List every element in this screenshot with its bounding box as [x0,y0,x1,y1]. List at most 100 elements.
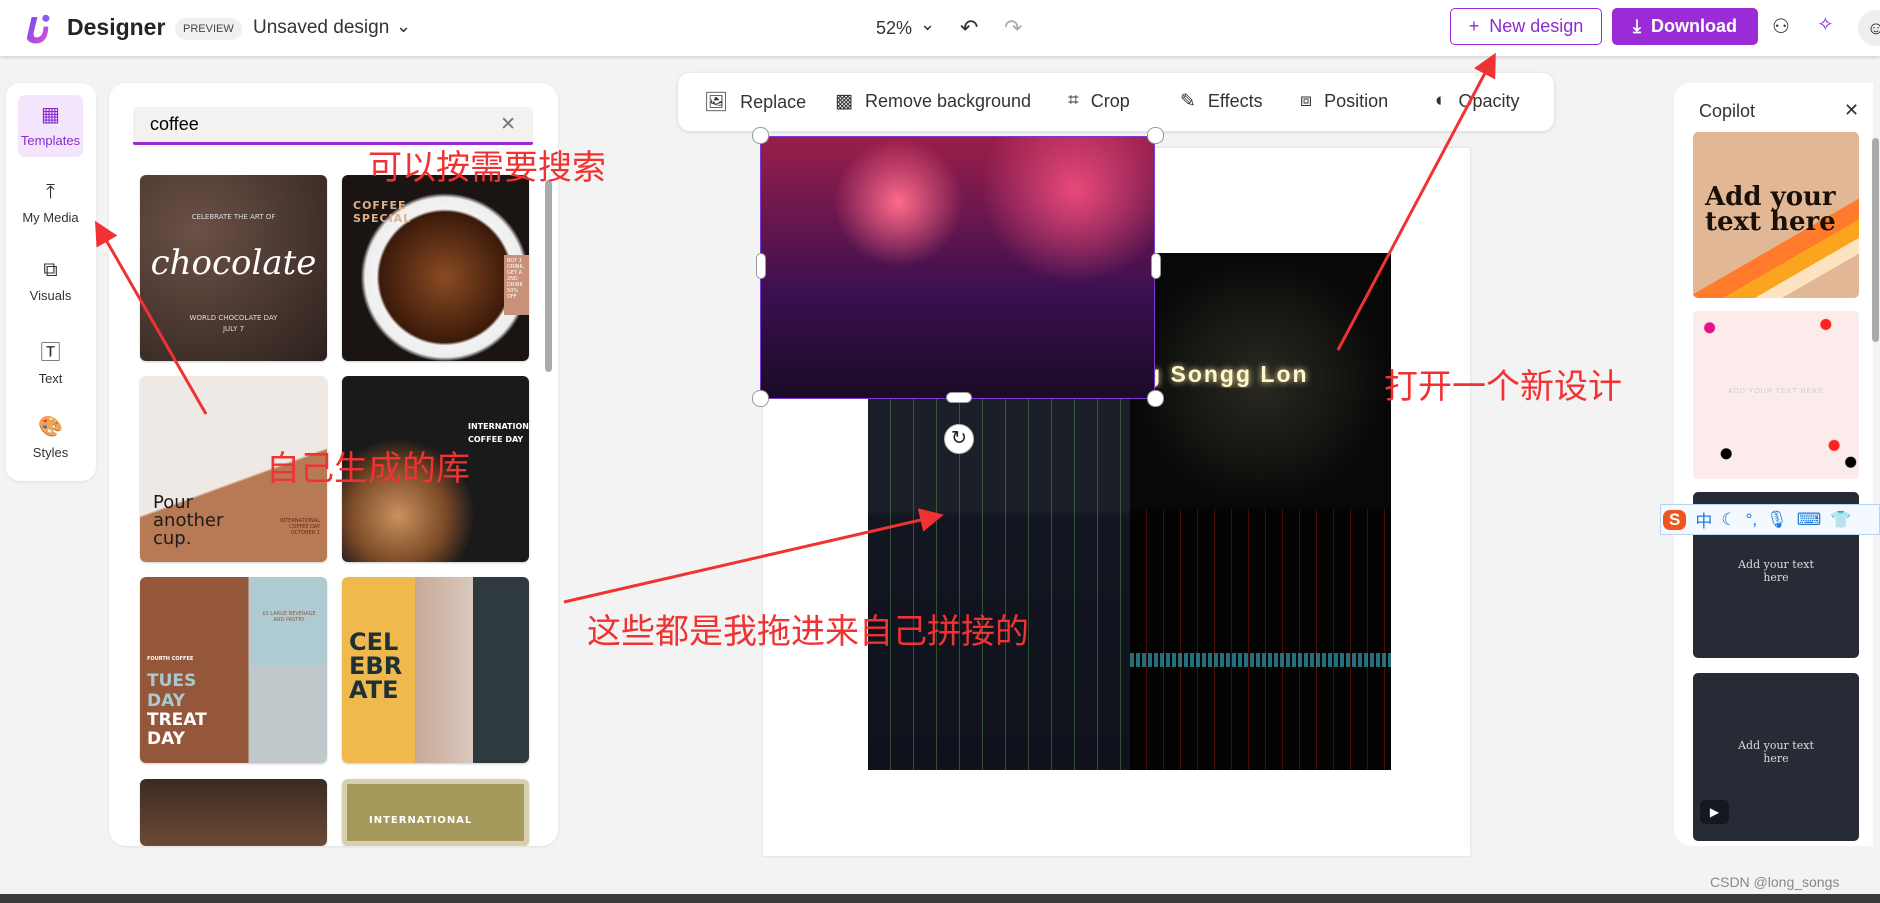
position-icon: ⧈ [1300,90,1313,111]
template-thumb[interactable] [140,779,327,846]
opacity-icon: ◐ [1435,90,1447,111]
template-text: FOURTH COFFEE [147,656,194,662]
rail-item-text[interactable]: 🅃 Text [18,329,83,391]
keyboard-icon[interactable]: ⌨ [1797,510,1822,530]
new-design-button[interactable]: + New design [1450,8,1602,45]
resize-handle[interactable] [1147,127,1164,144]
resize-handle[interactable] [946,392,972,403]
shapes-icon: ⧉ [43,259,58,281]
rail-label: Text [38,371,63,386]
annotation-text: 这些都是我拖进来自己拼接的 [587,612,1029,652]
copilot-scrollbar[interactable] [1872,138,1879,342]
designer-logo-icon [26,14,50,44]
suggestion-text: ADD YOUR TEXT HERE [1728,388,1824,395]
microphone-icon[interactable]: 🎙 [1766,510,1788,530]
template-text: BUY 1 DRINK, GET A 2ND DRINK 50% OFF [504,255,529,315]
download-button[interactable]: ⤓ Download [1612,8,1758,45]
rail-item-my-media[interactable]: ⤒ My Media [18,174,83,236]
template-thumb[interactable]: FOURTH COFFEE TUES DAY TREAT DAY $5 LARG… [140,577,327,763]
chevron-down-icon[interactable]: ⌄ [396,16,411,37]
ime-toolbar: S 中 ☾ °, 🎙 ⌨ 👕 [1660,504,1880,535]
copilot-suggestion[interactable]: Add your text here [1693,132,1859,298]
app-title: Designer [67,14,166,40]
position-button[interactable]: ⧈ Position [1300,90,1388,112]
panel-scrollbar[interactable] [545,180,552,372]
close-icon[interactable]: ✕ [1844,100,1859,121]
canvas-image-title[interactable]: ng Songg Lon [1130,253,1391,509]
rail-item-styles[interactable]: 🎨 Styles [18,407,83,469]
avatar[interactable]: ☺ [1858,10,1880,46]
left-rail: ▦ Templates ⤒ My Media ⧉ Visuals 🅃 Text 🎨 Sty… [6,83,96,481]
image-glyph-strip [1130,653,1391,667]
punctuation-icon[interactable]: °, [1746,510,1758,530]
template-thumb[interactable]: CELEBRATE THE ART OF chocolate WORLD CHO… [140,175,327,361]
undo-icon[interactable]: ↶ [960,15,978,41]
rail-item-visuals[interactable]: ⧉ Visuals [18,252,83,314]
resize-handle[interactable] [752,390,769,407]
share-icon[interactable]: ⚇ [1772,14,1790,39]
zoom-level[interactable]: 52% [876,18,912,39]
canvas-image-party-selected[interactable] [760,136,1155,399]
design-title[interactable]: Unsaved design [253,17,389,39]
redo-icon[interactable]: ↷ [1004,15,1022,41]
canvas-image-red-lines[interactable] [1130,509,1391,770]
opacity-button[interactable]: ◐ Opacity [1435,90,1520,112]
copilot-suggestion[interactable]: Add your text here ▶ [1693,673,1859,841]
preview-badge: PREVIEW [175,18,242,40]
clear-search-icon[interactable]: ✕ [500,113,516,136]
moon-icon[interactable]: ☾ [1721,510,1736,530]
template-text: DAY [147,729,185,749]
template-text: COFFEE [353,199,407,212]
effects-button[interactable]: ✎ Effects [1180,90,1263,113]
annotation-text: 自己生成的库 [266,449,470,489]
image-toolbar: 🖼 Replace ▩ Remove background ⌗ Crop ✎ Effec… [678,73,1554,131]
template-thumb[interactable]: COFFEE SPECIAL BUY 1 DRINK, GET A 2ND DR… [342,175,529,361]
annotation-text: 打开一个新设计 [1384,367,1622,407]
copilot-panel: Copilot ✕ Add your text here ADD YOUR TE… [1674,83,1873,846]
whats-new-icon[interactable]: ✧ [1817,12,1834,37]
suggestion-text: Add your text here [1705,182,1836,237]
remove-background-button[interactable]: ▩ Remove background [835,90,1031,113]
template-text: ATE [349,676,399,704]
crop-icon: ⌗ [1068,90,1079,111]
ime-mode[interactable]: 中 [1695,507,1712,532]
image-replace-icon: 🖼 [704,92,729,113]
crop-button[interactable]: ⌗ Crop [1068,90,1130,112]
tool-label: Position [1324,90,1389,111]
rail-item-templates[interactable]: ▦ Templates [18,95,83,157]
template-text: cup. [153,528,192,549]
template-text: CELEBRATE THE ART OF [191,213,276,221]
resize-handle[interactable] [752,127,769,144]
new-design-label: New design [1489,16,1584,36]
resize-handle[interactable] [1147,390,1164,407]
template-text: CEL [349,628,399,656]
download-icon: ⤓ [1633,16,1641,36]
rail-label: My Media [22,210,79,225]
tool-label: Crop [1090,90,1130,111]
effects-icon: ✎ [1180,91,1196,112]
grid-icon: ▦ [41,104,60,126]
suggestion-text: Add your text here [1738,739,1814,765]
copilot-suggestion[interactable]: ADD YOUR TEXT HERE [1693,311,1859,479]
rail-label: Styles [32,445,69,460]
taskbar [0,894,1880,903]
resize-handle[interactable] [1151,253,1161,279]
template-thumb[interactable]: CEL EBR ATE [342,577,529,763]
replace-button[interactable]: 🖼 Replace [704,90,806,114]
canvas-image-glitch[interactable] [868,398,1130,770]
template-text: JULY 7 [222,325,245,333]
tool-label: Replace [740,91,807,112]
template-thumb[interactable]: INTERNATIONAL [342,779,529,846]
template-text: TUES [147,671,197,691]
zoom-chevron-icon[interactable]: ⌄ [920,14,935,35]
rail-label: Visuals [29,288,72,303]
template-text: INTERNATIONAL COFFEE DAY OCTOBER 1 [279,518,320,536]
resize-handle[interactable] [756,253,766,279]
tool-label: Effects [1207,91,1263,111]
rotate-icon[interactable]: ↻ [944,424,974,454]
shirt-icon[interactable]: 👕 [1830,510,1851,530]
text-icon: 🅃 [40,342,61,364]
template-text: TREAT [147,710,207,730]
rail-label: Templates [20,133,81,148]
search-input[interactable] [133,107,483,142]
